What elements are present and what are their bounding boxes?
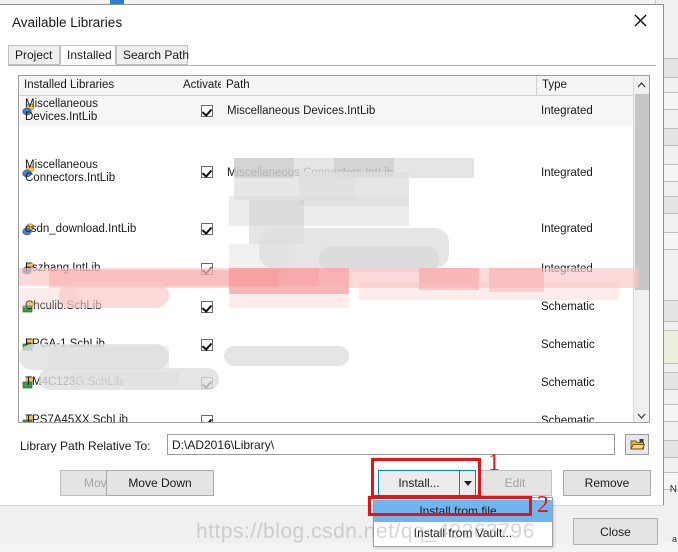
library-type: Schematic [541,377,595,389]
table-row[interactable]: TPS7A45XX.SchLib Schematic [19,412,649,422]
scroll-up-button[interactable] [634,76,649,93]
library-path: Miscellaneous Devices.IntLib [227,105,376,117]
menu-item-install-from-vault[interactable]: Install from Vault... [374,522,552,544]
library-type: Integrated [541,167,593,179]
caret-down-icon [463,480,472,486]
dialog-title: Available Libraries [12,15,123,30]
library-name: TPS7A45XX.SchLib [25,414,128,422]
column-header-installed-libraries[interactable]: Installed Libraries [19,76,195,95]
library-type: Integrated [541,223,593,235]
table-row[interactable]: FPGA-1.SchLib Schematic [19,336,649,355]
library-path: Miscellaneous Connectors.IntLib [227,167,394,179]
table-row[interactable]: Fszhang.IntLib Integrated [19,260,649,279]
list-rows-container: Miscellaneous Devices.IntLib Miscellaneo… [19,96,649,422]
install-dropdown-menu: Install from file... Install from Vault.… [373,497,553,547]
library-name: csdn_download.IntLib [25,223,137,235]
folder-icon [629,439,645,450]
edit-button[interactable]: Edit [478,470,552,496]
remove-button[interactable]: Remove [563,470,651,496]
move-down-button[interactable]: Move Down [106,470,214,496]
table-row[interactable]: Chculib.SchLib Schematic [19,298,649,317]
library-type: Schematic [541,339,595,351]
close-icon [634,14,646,27]
background-label-n: N [669,484,677,495]
dialog-titlebar: Available Libraries [0,5,663,41]
activated-checkbox[interactable] [201,415,213,422]
move-down-label: Move Down [128,476,192,490]
tab-project[interactable]: Project [8,45,60,65]
library-type: Integrated [541,105,593,117]
activated-checkbox[interactable] [201,263,213,275]
library-name: Miscellaneous Devices.IntLib [25,98,98,123]
library-name: Miscellaneous Connectors.IntLib [25,159,116,184]
browse-folder-button[interactable] [625,434,649,455]
chevron-down-icon [637,413,646,419]
table-row[interactable]: Miscellaneous Connectors.IntLib Miscella… [19,156,649,188]
list-vertical-scrollbar[interactable] [633,76,649,422]
table-row[interactable]: csdn_download.IntLib Integrated [19,220,649,240]
activated-checkbox[interactable] [201,223,213,235]
install-label: Install... [398,476,440,490]
install-button[interactable]: Install... [378,470,460,496]
tab-search-path[interactable]: Search Path [116,45,189,65]
library-type: Integrated [541,263,593,275]
activated-checkbox[interactable] [201,377,213,389]
library-path-label: Library Path Relative To: [20,439,151,453]
activated-checkbox[interactable] [201,105,213,117]
close-window-button[interactable] [617,5,663,36]
list-column-headers: Installed Libraries Activated Path Type [19,76,649,96]
close-label: Close [600,524,631,539]
library-name: FPGA-1.SchLib [25,338,105,350]
activated-checkbox[interactable] [201,339,213,351]
edit-label: Edit [504,476,526,490]
tab-strip: Project Installed Search Path [8,45,656,66]
close-dialog-button[interactable]: Close [573,518,658,545]
library-type: Schematic [541,301,595,313]
remove-label: Remove [584,476,630,490]
activated-checkbox[interactable] [201,301,213,313]
available-libraries-dialog: Available Libraries Project Installed Se… [0,4,664,547]
dialog-footer [0,505,664,543]
library-name: Chculib.SchLib [25,300,102,312]
menu-item-install-from-file[interactable]: Install from file... [374,500,552,522]
install-dropdown-button[interactable] [460,470,476,496]
column-header-activated[interactable]: Activated [179,76,230,95]
background-bottom-text [330,542,333,552]
column-header-type[interactable]: Type [537,76,633,95]
library-type: Schematic [541,415,595,422]
scroll-down-button[interactable] [634,407,649,422]
library-path-input[interactable] [167,434,615,455]
library-name: TM4C123G.SchLib [25,376,123,388]
table-row[interactable]: Miscellaneous Devices.IntLib Miscellaneo… [19,96,649,126]
chevron-up-icon [637,81,646,87]
scrollbar-thumb[interactable] [635,94,649,290]
installed-libraries-list: Installed Libraries Activated Path Type … [18,75,650,423]
table-row[interactable]: TM4C123G.SchLib Schematic [19,374,649,393]
activated-checkbox[interactable] [201,166,213,178]
column-header-path[interactable]: Path [221,76,537,95]
tab-installed[interactable]: Installed [60,45,116,65]
library-name: Fszhang.IntLib [25,262,101,274]
